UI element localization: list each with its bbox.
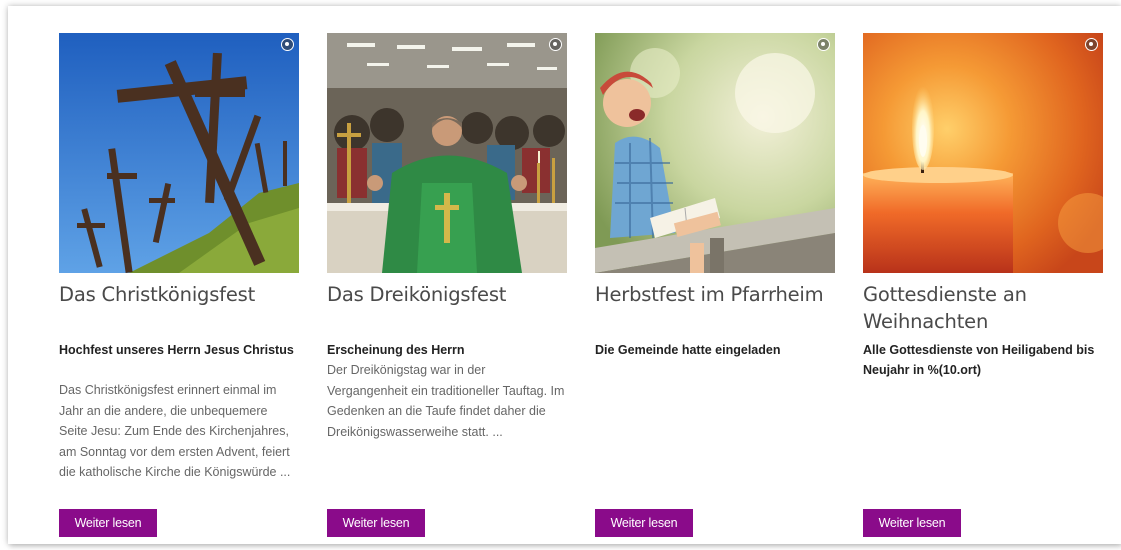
card-subtitle: Hochfest unseres Herrn Jesus Christus bbox=[59, 343, 294, 357]
image-info-icon[interactable] bbox=[817, 38, 830, 51]
read-more-button[interactable]: Weiter lesen bbox=[327, 509, 425, 537]
article-card-dreikoenigsfest: Das Dreikönigsfest Erscheinung des Herrn… bbox=[327, 33, 567, 543]
card-title[interactable]: Das Christkönigsfest bbox=[59, 281, 299, 308]
priest-at-altar-image bbox=[327, 33, 567, 273]
card-subtitle: Erscheinung des Herrn bbox=[327, 343, 465, 357]
article-card-christkoenigsfest: Das Christkönigsfest Hochfest unseres He… bbox=[59, 33, 299, 543]
image-info-icon[interactable] bbox=[1085, 38, 1098, 51]
card-title[interactable]: Gottesdienste an Weihnachten bbox=[863, 281, 1103, 335]
image-info-icon[interactable] bbox=[281, 38, 294, 51]
card-image-candle[interactable] bbox=[863, 33, 1103, 273]
read-more-button[interactable]: Weiter lesen bbox=[863, 509, 961, 537]
article-card-weihnachten: Gottesdienste an Weihnachten Alle Gottes… bbox=[863, 33, 1103, 543]
laughing-child-image bbox=[595, 33, 835, 273]
card-title[interactable]: Das Dreikönigsfest bbox=[327, 281, 567, 308]
image-info-icon[interactable] bbox=[549, 38, 562, 51]
card-teaser-text: Der Dreikönigstag war in der Vergangenhe… bbox=[327, 363, 565, 439]
card-image-priest[interactable] bbox=[327, 33, 567, 273]
card-title[interactable]: Herbstfest im Pfarrheim bbox=[595, 281, 835, 308]
card-teaser-text: Das Christkönigsfest erinnert einmal im … bbox=[59, 383, 291, 479]
card-image-child[interactable] bbox=[595, 33, 835, 273]
burning-candle-image bbox=[863, 33, 1103, 273]
card-image-crosses[interactable] bbox=[59, 33, 299, 273]
crosses-on-hill-image bbox=[59, 33, 299, 273]
article-card-herbstfest: Herbstfest im Pfarrheim Die Gemeinde hat… bbox=[595, 33, 835, 543]
teaser-panel: Das Christkönigsfest Hochfest unseres He… bbox=[8, 6, 1121, 544]
card-subtitle: Die Gemeinde hatte eingeladen bbox=[595, 343, 781, 357]
card-subtitle: Alle Gottesdienste von Heiligabend bis N… bbox=[863, 343, 1095, 377]
read-more-button[interactable]: Weiter lesen bbox=[595, 509, 693, 537]
read-more-button[interactable]: Weiter lesen bbox=[59, 509, 157, 537]
